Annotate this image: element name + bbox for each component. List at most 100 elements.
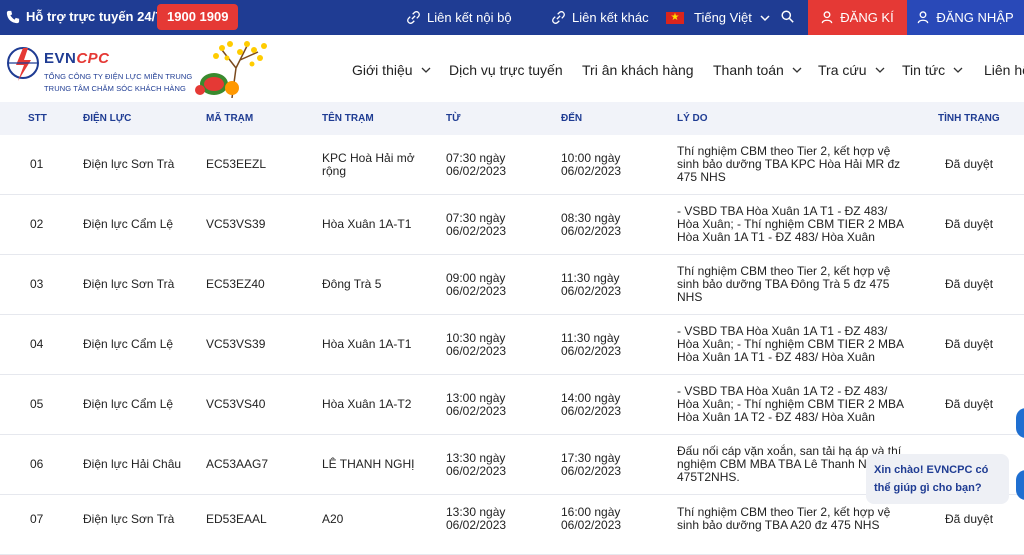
cell-ly-do: Thí nghiệm CBM theo Tier 2, kết hợp vệ s… [677,264,891,304]
cell-ten-tram: A20 [322,512,344,526]
cell-dien-luc: Điện lực Sơn Trà [83,277,175,291]
phone-icon [6,10,20,23]
column-header-ly-do: LÝ DO [677,113,708,124]
cell-status: Đã duyệt [945,157,994,171]
cell-dien-luc: Điện lực Sơn Trà [83,157,175,171]
table-row: 01 Điện lực Sơn Trà EC53EEZL KPC Hoà Hải… [0,135,1024,195]
nav-label: Liên hệ [984,62,1024,78]
nav-item-lien-he[interactable]: Liên hệ [984,62,1024,78]
vietnam-flag-icon: ★ [666,11,684,24]
other-links-link[interactable]: Liên kết khác [552,10,649,25]
evn-logo-icon[interactable] [4,41,44,93]
brand-part-cpc: CPC [76,50,110,67]
table-row: 07 Điện lực Sơn Trà ED53EAAL A20 13:30 n… [0,495,1024,555]
center-name: TRUNG TÂM CHĂM SÓC KHÁCH HÀNG [44,84,186,93]
cell-ma-tram: EC53EZ40 [206,277,265,291]
cell-ma-tram: ED53EAAL [206,512,267,526]
table-row: 03 Điện lực Sơn Trà EC53EZ40 Đông Trà 5 … [0,255,1024,315]
cell-status: Đã duyệt [945,397,994,411]
column-header-ma-tram: MÃ TRẠM [206,113,254,124]
top-bar: Hỗ trợ trực tuyến 24/7: 1900 1909 Liên k… [0,0,1024,35]
cell-stt: 06 [30,457,44,471]
cell-tu-date: 06/02/2023 [446,518,507,532]
side-float-button[interactable] [1016,408,1024,438]
side-float-button[interactable] [1016,470,1024,500]
cell-dien-luc: Điện lực Cẩm Lệ [83,217,174,231]
cell-den-date: 06/02/2023 [561,518,622,532]
cell-den-date: 06/02/2023 [561,164,622,178]
hotline-label: Hỗ trợ trực tuyến 24/7: [26,9,167,24]
cell-ma-tram: VC53VS40 [206,397,266,411]
nav-item-tin-tuc[interactable]: Tin tức [902,62,963,78]
login-button[interactable]: ĐĂNG NHẬP [907,0,1024,35]
cell-stt: 02 [30,217,44,231]
chevron-down-icon [953,67,963,73]
cell-ma-tram: AC53AAG7 [206,457,269,471]
cell-stt: 04 [30,337,44,351]
cell-ly-do: - VSBD TBA Hòa Xuân 1A T1 - ĐZ 483/ Hòa … [677,204,904,244]
cell-tu-date: 06/02/2023 [446,404,507,418]
user-icon [918,11,929,24]
cell-ma-tram: VC53VS39 [206,217,266,231]
table-row: 05 Điện lực Cẩm Lệ VC53VS40 Hòa Xuân 1A-… [0,375,1024,435]
cell-den-date: 06/02/2023 [561,404,622,418]
cell-tu-date: 06/02/2023 [446,224,507,238]
register-button[interactable]: ĐĂNG KÍ [808,0,907,35]
cell-status: Đã duyệt [945,512,994,526]
cell-ly-do: - VSBD TBA Hòa Xuân 1A T1 - ĐZ 483/ Hòa … [677,324,904,364]
chevron-down-icon [875,67,884,73]
cell-ten-tram: Hòa Xuân 1A-T2 [322,397,412,411]
tet-flower-decoration-icon [195,41,267,98]
cell-ten-tram: LÊ THANH NGHỊ [322,457,415,471]
column-header-ten-tram: TÊN TRẠM [322,113,374,124]
cell-ten-tram: Đông Trà 5 [322,277,382,291]
nav-label: Giới thiệu [352,62,413,78]
user-icon [821,11,833,24]
nav-label: Tri ân khách hàng [582,62,694,78]
hotline-number[interactable]: 1900 1909 [157,4,239,30]
nav-label: Dịch vụ trực tuyến [449,62,563,78]
brand-name[interactable]: EVNCPC [44,50,110,67]
cell-tu-date: 06/02/2023 [446,164,507,178]
column-header-tinh-trang: TÌNH TRẠNG [938,113,1000,124]
link-icon [552,11,565,24]
search-button[interactable] [781,10,801,23]
cell-status: Đã duyệt [945,337,994,351]
cell-ly-do: - VSBD TBA Hòa Xuân 1A T2 - ĐZ 483/ Hòa … [677,384,904,424]
internal-links-label: Liên kết nội bộ [427,10,512,25]
cell-ten-tram: KPC Hoà Hải mở rộng [322,151,415,178]
cell-tu-date: 06/02/2023 [446,344,507,358]
company-name: TỔNG CÔNG TY ĐIỆN LỰC MIỀN TRUNG [44,72,193,81]
nav-item-thanh-toan[interactable]: Thanh toán [713,62,802,78]
nav-item-dich-vu-truc-tuyen[interactable]: Dịch vụ trực tuyến [449,62,563,78]
nav-item-tra-cuu[interactable]: Tra cứu [818,62,885,78]
cell-status: Đã duyệt [945,277,994,291]
cell-status: Đã duyệt [945,217,994,231]
chevron-down-icon [792,67,802,73]
column-header-stt: STT [28,113,47,124]
chat-greeting-bubble[interactable]: Xin chào! EVNCPC có thể giúp gì cho bạn? [866,454,1009,504]
cell-tu-date: 06/02/2023 [446,464,507,478]
cell-dien-luc: Điện lực Hải Châu [83,457,182,471]
chevron-down-icon [760,14,770,21]
link-icon [407,11,420,24]
language-selector[interactable]: ★ Tiếng Việt [666,10,770,25]
cell-dien-luc: Điện lực Cẩm Lệ [83,397,174,411]
nav-label: Tra cứu [818,62,867,78]
internal-links-link[interactable]: Liên kết nội bộ [407,10,512,25]
nav-item-tri-an-khach-hang[interactable]: Tri ân khách hàng [582,62,694,78]
chevron-down-icon [421,67,431,73]
cell-ten-tram: Hòa Xuân 1A-T1 [322,217,412,231]
cell-ly-do: Thí nghiệm CBM theo Tier 2, kết hợp vệ s… [677,144,901,184]
nav-item-gioi-thieu[interactable]: Giới thiệu [352,62,431,78]
cell-stt: 03 [30,277,44,291]
column-header-tu: TỪ [446,113,461,124]
login-label: ĐĂNG NHẬP [936,10,1014,25]
cell-den-date: 06/02/2023 [561,344,622,358]
cell-stt: 01 [30,157,44,171]
cell-ten-tram: Hòa Xuân 1A-T1 [322,337,412,351]
register-label: ĐĂNG KÍ [840,10,894,25]
table-header: STT ĐIỆN LỰC MÃ TRẠM TÊN TRẠM TỪ ĐẾN LÝ … [0,102,1024,135]
cell-stt: 05 [30,397,44,411]
cell-den-date: 06/02/2023 [561,464,622,478]
